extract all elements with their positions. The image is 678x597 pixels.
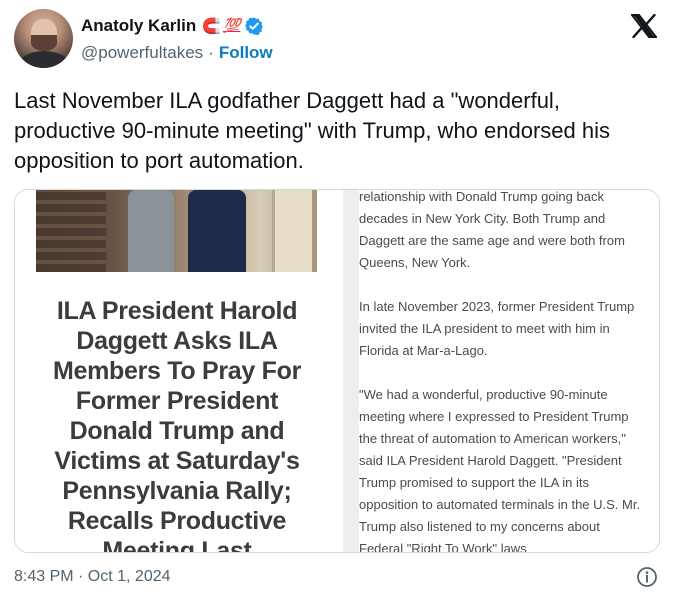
author-handle[interactable]: @powerfultakes: [81, 43, 203, 63]
handle-separator: ·: [208, 43, 214, 62]
photo-person-left: [128, 190, 174, 272]
media-article-text: relationship with Donald Trump going bac…: [359, 190, 659, 553]
media-attachment[interactable]: ILA President Harold Daggett Asks ILA Me…: [14, 189, 660, 553]
magnet-emoji-icon: 🧲: [202, 17, 221, 35]
tweet-card: Anatoly Karlin 🧲 💯 @powerfultakes · Foll…: [0, 0, 678, 597]
photo-shelf: [36, 190, 106, 272]
article-photo: [36, 190, 317, 272]
article-headline: ILA President Harold Daggett Asks ILA Me…: [52, 297, 302, 553]
author-name-row: Anatoly Karlin 🧲 💯: [81, 14, 264, 38]
photo-person-right: [188, 190, 246, 272]
media-article-image: ILA President Harold Daggett Asks ILA Me…: [15, 190, 343, 553]
author-handle-row: @powerfultakes · Follow: [81, 42, 273, 64]
info-icon[interactable]: [636, 566, 658, 588]
tweet-timestamp[interactable]: 8:43 PM · Oct 1, 2024: [14, 566, 171, 588]
verified-badge-icon[interactable]: [244, 16, 264, 36]
media-divider: [343, 190, 359, 552]
author-display-name[interactable]: Anatoly Karlin: [81, 16, 196, 36]
article-paragraph: In late November 2023, former President …: [359, 299, 635, 358]
x-logo-icon[interactable]: [629, 13, 659, 39]
avatar[interactable]: [14, 9, 73, 68]
avatar-beard: [31, 35, 57, 51]
photo-door: [272, 190, 312, 272]
follow-button[interactable]: Follow: [219, 43, 273, 63]
tweet-text: Last November ILA godfather Daggett had …: [14, 88, 610, 173]
article-body: relationship with Donald Trump going bac…: [359, 190, 645, 553]
article-paragraph: "We had a wonderful, productive 90-minut…: [359, 387, 641, 553]
hundred-points-emoji-icon: 💯: [222, 18, 241, 34]
avatar-shirt: [18, 51, 70, 68]
article-paragraph: relationship with Donald Trump going bac…: [359, 190, 625, 270]
